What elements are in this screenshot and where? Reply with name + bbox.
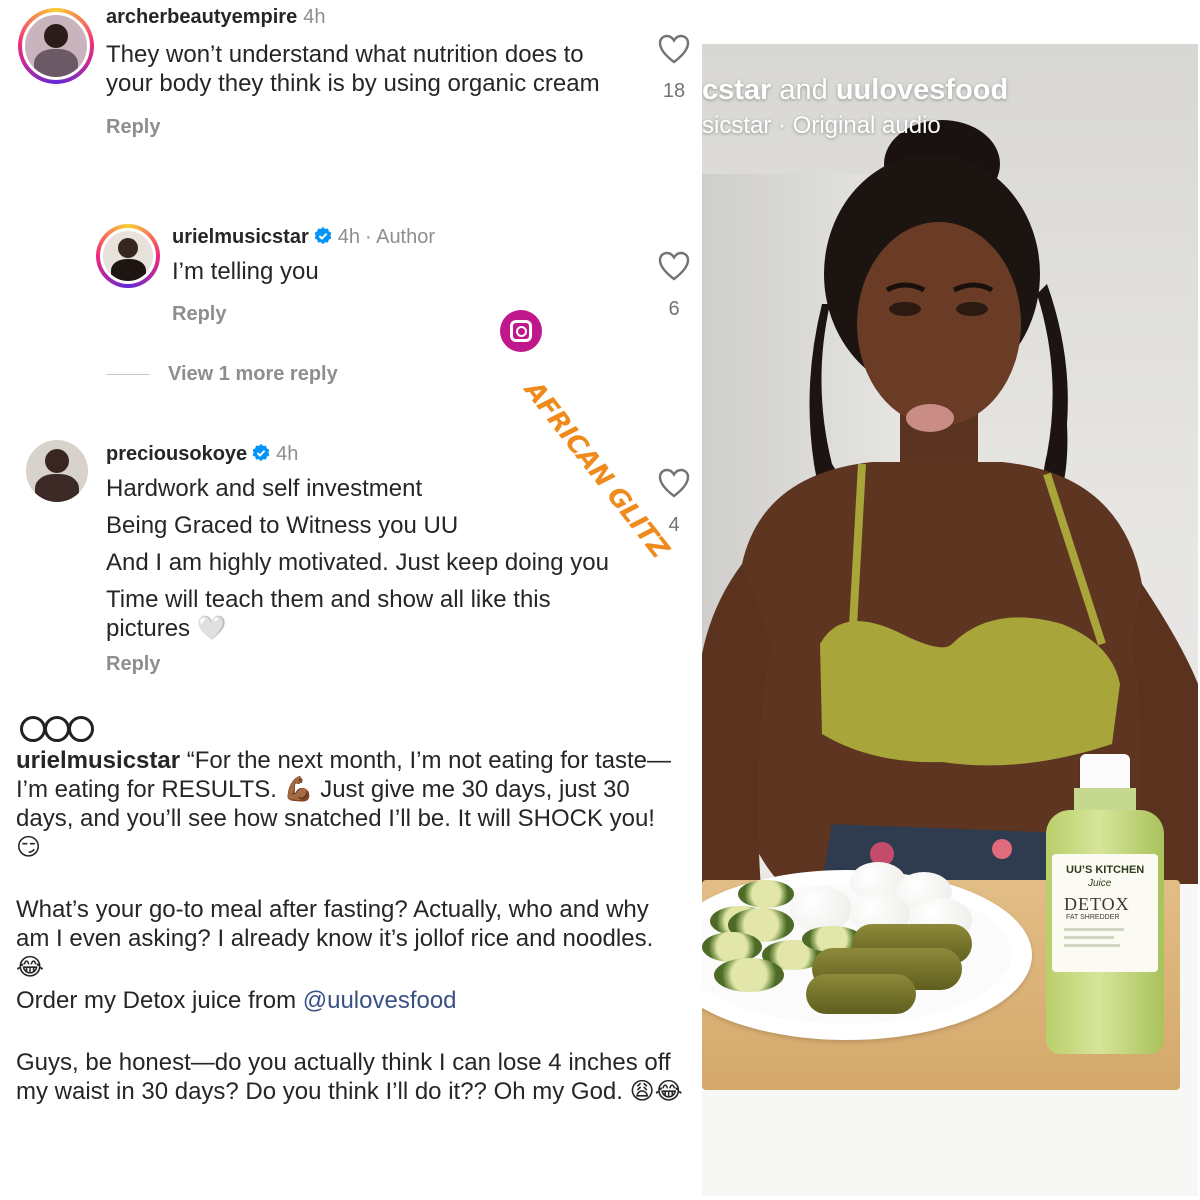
watermark: AFRICAN GLITZ	[500, 310, 690, 564]
comment-time: 4h	[276, 443, 299, 465]
like-count: 18	[662, 80, 686, 102]
view-more-label: View 1 more reply	[168, 363, 338, 385]
bottle-fat-shredder: FAT SHREDDER	[1066, 914, 1120, 921]
collab-user-1[interactable]: cstar	[702, 74, 771, 106]
bottle-label: UU’S KITCHEN Juice DETOX FAT SHREDDER	[1052, 854, 1158, 972]
comments-panel: archerbeautyempire 4h They won’t understa…	[0, 0, 700, 700]
comment-username[interactable]: urielmusicstar	[172, 226, 309, 248]
post-caption-panel: urielmusicstar “For the next month, I’m …	[0, 700, 702, 1200]
like-heart-icon[interactable]	[658, 34, 690, 64]
like-heart-icon[interactable]	[658, 468, 690, 498]
verified-badge-icon	[252, 444, 270, 462]
reply-button[interactable]: Reply	[106, 653, 636, 676]
comment-text: They won’t understand what nutrition doe…	[106, 41, 600, 97]
commenter-avatar[interactable]	[96, 224, 160, 288]
reel-collaborators[interactable]: cstar and uulovesfood	[702, 74, 1008, 107]
comment-username[interactable]: preciousokoye	[106, 443, 247, 465]
boiled-egg	[790, 886, 852, 932]
like-count: 4	[668, 514, 680, 536]
label-line	[1064, 944, 1120, 947]
caption-text: urielmusicstar “For the next month, I’m …	[16, 746, 686, 1106]
detox-juice-bottle: UU’S KITCHEN Juice DETOX FAT SHREDDER	[1046, 754, 1164, 1054]
verified-badge-icon	[314, 227, 332, 245]
commenter-avatar[interactable]	[18, 8, 94, 84]
like-heart-icon[interactable]	[658, 251, 690, 281]
comment-text-line: Time will teach them and show all like t…	[106, 586, 551, 642]
comment-time: 4h	[303, 6, 326, 28]
mention-link[interactable]: @uulovesfood	[303, 987, 457, 1014]
pickle	[806, 974, 916, 1014]
cucumber-slice	[714, 958, 784, 992]
collab-and: and	[771, 74, 836, 106]
author-label: · Author	[364, 226, 436, 248]
bottle-detox: DETOX	[1064, 894, 1130, 914]
caption-p2: What’s your go-to meal after fasting? Ac…	[16, 896, 654, 981]
caption-paragraph: urielmusicstar “For the next month, I’m …	[16, 746, 686, 862]
bottle-cap	[1080, 754, 1130, 790]
bottle-brand: UU’S KITCHEN	[1066, 864, 1145, 876]
divider-line	[106, 374, 150, 375]
label-line	[1064, 936, 1114, 939]
comment-3: preciousokoye 4h Hardwork and self invest…	[106, 443, 636, 676]
comment-username[interactable]: archerbeautyempire	[106, 6, 297, 28]
audio-label[interactable]: sicstar · Original audio	[702, 112, 941, 140]
label-line	[1064, 928, 1124, 931]
view-more-replies[interactable]: View 1 more reply	[106, 363, 338, 386]
bottle-juice: Juice	[1088, 878, 1112, 889]
instagram-icon	[500, 310, 542, 352]
commenter-avatar[interactable]	[26, 440, 88, 502]
comment-1: archerbeautyempire 4h They won’t understa…	[106, 6, 646, 139]
caption-username[interactable]: urielmusicstar	[16, 747, 180, 774]
comment-text-line: And I am highly motivated. Just keep doi…	[106, 549, 609, 576]
caption-p4: Guys, be honest—do you actually think I …	[16, 1049, 683, 1105]
avatar-stack	[16, 716, 96, 744]
comment-text-line: Being Graced to Witness you UU	[106, 512, 459, 539]
collab-user-2[interactable]: uulovesfood	[836, 74, 1008, 106]
comment-time: 4h	[337, 226, 360, 248]
caption-paragraph: Order my Detox juice from @uulovesfood	[16, 986, 686, 1015]
cucumber-slice	[738, 880, 794, 908]
comment-text: I’m telling you	[172, 258, 319, 285]
reply-button[interactable]: Reply	[106, 116, 646, 139]
comment-text-line: Hardwork and self investment	[106, 475, 423, 502]
caption-p3-prefix: Order my Detox juice from	[16, 987, 303, 1014]
reel-video[interactable]: UU’S KITCHEN Juice DETOX FAT SHREDDER cs…	[702, 44, 1198, 1196]
